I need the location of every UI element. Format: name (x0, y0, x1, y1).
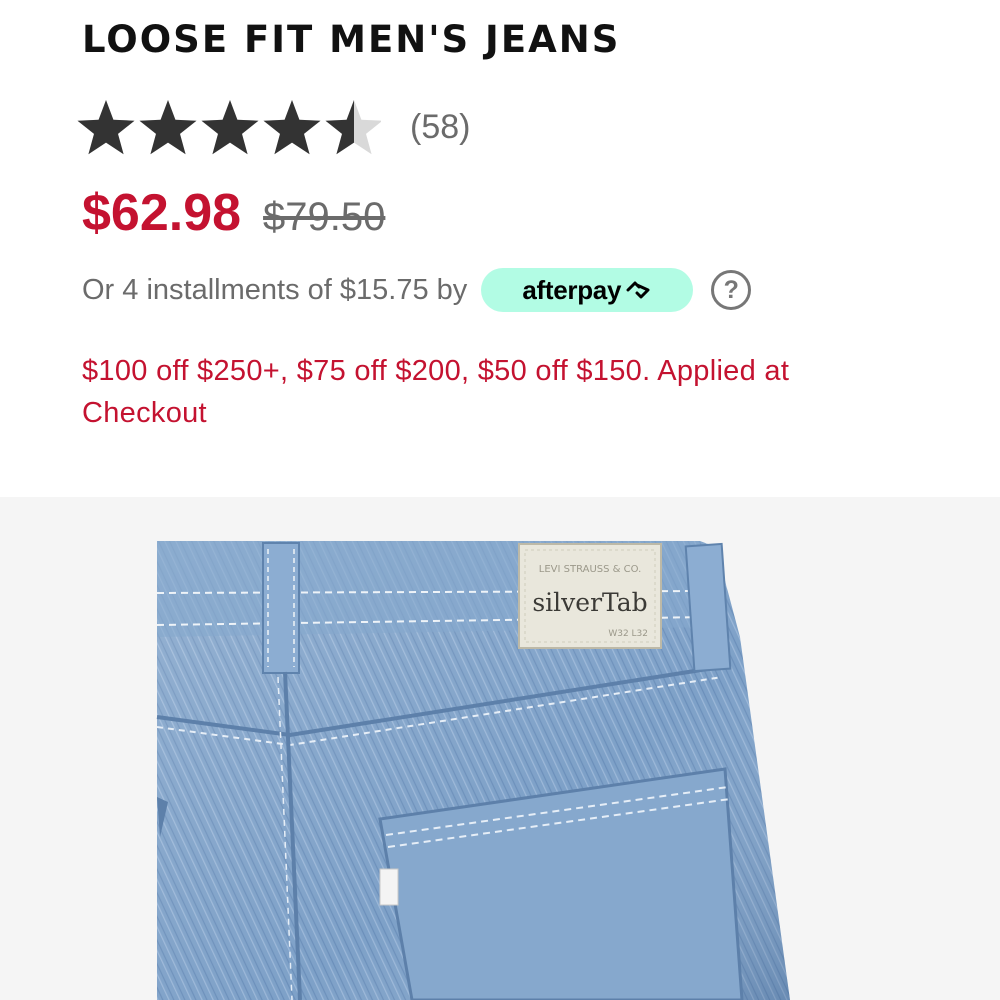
star-rating[interactable] (76, 100, 381, 160)
svg-text:silverTab: silverTab (532, 588, 647, 617)
review-count-link[interactable]: (58) (410, 108, 470, 147)
afterpay-logo-icon (626, 281, 650, 299)
installments-text: Or 4 installments of $15.75 by (82, 273, 468, 306)
stars-icon (76, 100, 381, 160)
svg-text:W32 L32: W32 L32 (608, 629, 648, 639)
original-price: $79.50 (263, 195, 386, 239)
jeans-back-photo: LEVI STRAUSS & CO. silverTab W32 L32 (156, 541, 790, 1000)
sale-price: $62.98 (82, 184, 242, 242)
silvertab-patch: LEVI STRAUSS & CO. silverTab W32 L32 (518, 543, 662, 649)
star-filled-icon (139, 100, 197, 155)
afterpay-badge[interactable]: afterpay (481, 268, 694, 312)
afterpay-label: afterpay (522, 274, 622, 305)
installments-row: Or 4 installments of $15.75 by afterpay … (82, 268, 752, 312)
svg-text:LEVI STRAUSS & CO.: LEVI STRAUSS & CO. (539, 564, 642, 575)
help-icon[interactable]: ? (711, 270, 752, 310)
star-filled-icon (201, 100, 259, 155)
product-title: LOOSE FIT MEN'S JEANS (82, 18, 621, 61)
star-filled-icon (77, 100, 135, 155)
promo-text: $100 off $250+, $75 off $200, $50 off $1… (82, 355, 790, 429)
product-image[interactable]: LEVI STRAUSS & CO. silverTab W32 L32 (0, 497, 1000, 1000)
price-row: $62.98 $79.50 (82, 183, 385, 243)
star-filled-icon (263, 100, 321, 155)
